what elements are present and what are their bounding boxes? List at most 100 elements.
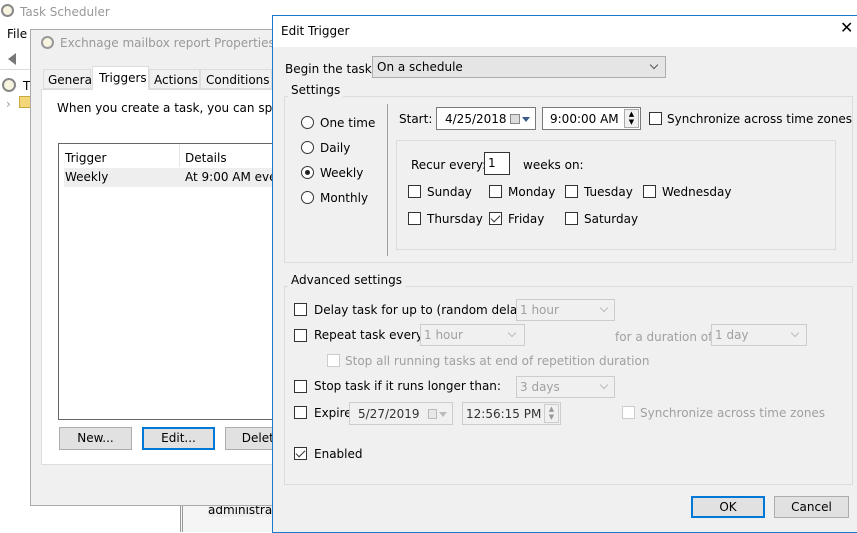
stop-all-label: Stop all running tasks at end of repetit… bbox=[345, 354, 650, 368]
stop-task-label: Stop task if it runs longer than: bbox=[314, 379, 501, 393]
close-icon[interactable]: ✕ bbox=[840, 20, 853, 36]
table-row[interactable]: Weekly At 9:00 AM every bbox=[64, 168, 304, 187]
stop-task-select[interactable]: 3 days bbox=[516, 376, 615, 398]
expire-date-picker[interactable]: 5/27/2019 bbox=[349, 402, 453, 425]
ok-button[interactable]: OK bbox=[691, 496, 765, 518]
tab-triggers[interactable]: Triggers bbox=[92, 66, 149, 90]
radio-label: Weekly bbox=[320, 166, 364, 180]
radio-monthly[interactable] bbox=[301, 191, 314, 204]
expire-checkbox[interactable] bbox=[294, 406, 307, 419]
start-label: Start: bbox=[399, 112, 433, 126]
stop-all-checkbox[interactable] bbox=[327, 354, 340, 367]
checkbox-sunday[interactable] bbox=[408, 185, 421, 198]
time-value: 12:56:15 PM bbox=[466, 407, 542, 421]
duration-select[interactable]: 1 day bbox=[711, 324, 807, 346]
expire-time-picker[interactable]: 12:56:15 PM ▲ ▼ bbox=[462, 402, 561, 425]
column-header-details[interactable]: Details bbox=[185, 151, 227, 165]
settings-legend: Settings bbox=[288, 83, 344, 97]
date-value: 5/27/2019 bbox=[358, 407, 420, 421]
day-label: Saturday bbox=[584, 212, 639, 226]
date-value: 4/25/2018 bbox=[445, 112, 507, 126]
tab-label: Conditions bbox=[206, 73, 270, 87]
tab-actions[interactable]: Actions bbox=[149, 69, 200, 89]
dropdown-arrow-icon bbox=[439, 412, 447, 421]
duration-label: for a duration of: bbox=[615, 330, 716, 344]
checkbox-tuesday[interactable] bbox=[565, 185, 578, 198]
radio-daily[interactable] bbox=[301, 141, 314, 154]
chevron-down-icon bbox=[507, 328, 517, 338]
tab-label: Triggers bbox=[99, 71, 147, 85]
repeat-checkbox[interactable] bbox=[294, 329, 307, 342]
checkbox-thursday[interactable] bbox=[408, 212, 421, 225]
begin-label: Begin the task: bbox=[285, 62, 376, 76]
delay-label: Delay task for up to (random delay): bbox=[314, 303, 534, 317]
dropdown-arrow-icon bbox=[522, 117, 530, 126]
recur-input[interactable]: 1 bbox=[484, 152, 510, 175]
calendar-icon[interactable] bbox=[510, 114, 520, 124]
cell-trigger: Weekly bbox=[65, 170, 109, 184]
dialog-title: Exchnage mailbox report Properties (Loc bbox=[60, 36, 304, 50]
recur-label: Recur every: bbox=[411, 158, 487, 172]
weeks-on-label: weeks on: bbox=[523, 158, 584, 172]
checkbox-wednesday[interactable] bbox=[643, 185, 656, 198]
recur-value: 1 bbox=[488, 156, 496, 170]
clock-icon bbox=[2, 78, 16, 92]
enabled-label: Enabled bbox=[314, 447, 363, 461]
radio-label: Monthly bbox=[320, 191, 369, 205]
stop-task-checkbox[interactable] bbox=[294, 380, 307, 393]
day-label: Sunday bbox=[427, 185, 472, 199]
delay-checkbox[interactable] bbox=[294, 303, 307, 316]
repeat-select[interactable]: 1 hour bbox=[420, 324, 525, 346]
select-value: 1 hour bbox=[424, 328, 463, 342]
begin-task-select[interactable]: On a schedule bbox=[372, 56, 666, 78]
cancel-button[interactable]: Cancel bbox=[774, 496, 849, 518]
start-time-picker[interactable]: 9:00:00 AM ▲ ▼ bbox=[542, 107, 641, 130]
triggers-table: Trigger Details Weekly At 9:00 AM every bbox=[58, 143, 304, 420]
new-button[interactable]: New... bbox=[59, 427, 132, 450]
radio-label: One time bbox=[320, 116, 376, 130]
start-date-picker[interactable]: 4/25/2018 bbox=[436, 107, 536, 130]
checkbox-friday[interactable] bbox=[489, 212, 502, 225]
title-bar: Edit Trigger ✕ bbox=[273, 16, 857, 47]
checkbox-monday[interactable] bbox=[489, 185, 502, 198]
tab-label: General bbox=[48, 73, 96, 87]
select-value: 1 day bbox=[715, 328, 749, 342]
spinner-icon[interactable]: ▲ ▼ bbox=[544, 404, 559, 423]
expire-sync-label: Synchronize across time zones bbox=[640, 406, 826, 420]
repeat-label: Repeat task every: bbox=[314, 328, 427, 342]
separator bbox=[387, 104, 388, 256]
day-label: Thursday bbox=[427, 212, 483, 226]
edit-trigger-dialog: Edit Trigger ✕ Begin the task: On a sche… bbox=[272, 15, 857, 533]
radio-label: Daily bbox=[320, 141, 351, 155]
delay-select[interactable]: 1 hour bbox=[516, 299, 615, 321]
back-arrow-icon[interactable] bbox=[2, 53, 16, 65]
tab-general[interactable]: General bbox=[43, 69, 95, 89]
sync-label: Synchronize across time zones bbox=[667, 112, 853, 126]
advanced-legend: Advanced settings bbox=[288, 273, 405, 287]
sync-timezones-checkbox[interactable] bbox=[649, 112, 662, 125]
radio-weekly[interactable] bbox=[301, 166, 314, 179]
radio-one-time[interactable] bbox=[301, 116, 314, 129]
spinner-icon[interactable]: ▲ ▼ bbox=[624, 109, 639, 128]
menu-file[interactable]: File bbox=[7, 27, 27, 41]
calendar-icon[interactable] bbox=[428, 409, 437, 419]
enabled-checkbox[interactable] bbox=[294, 447, 307, 460]
column-header-trigger[interactable]: Trigger bbox=[65, 151, 106, 165]
day-label: Friday bbox=[508, 212, 545, 226]
tab-panel: When you create a task, you can specify … bbox=[41, 89, 309, 465]
tab-label: Actions bbox=[154, 73, 198, 87]
day-label: Wednesday bbox=[662, 185, 732, 199]
app-title: Task Scheduler bbox=[20, 5, 110, 19]
clock-icon bbox=[41, 36, 54, 49]
time-value: 9:00:00 AM bbox=[550, 112, 619, 126]
checkbox-saturday[interactable] bbox=[565, 212, 578, 225]
expand-chevron-icon[interactable]: › bbox=[6, 97, 11, 111]
divider bbox=[0, 69, 32, 70]
tab-conditions[interactable]: Conditions bbox=[200, 69, 272, 89]
edit-button[interactable]: Edit... bbox=[142, 427, 215, 450]
day-label: Tuesday bbox=[584, 185, 633, 199]
select-value: 1 hour bbox=[520, 303, 559, 317]
column-divider bbox=[179, 144, 180, 167]
chevron-down-icon bbox=[599, 380, 609, 390]
expire-sync-checkbox[interactable] bbox=[622, 406, 635, 419]
